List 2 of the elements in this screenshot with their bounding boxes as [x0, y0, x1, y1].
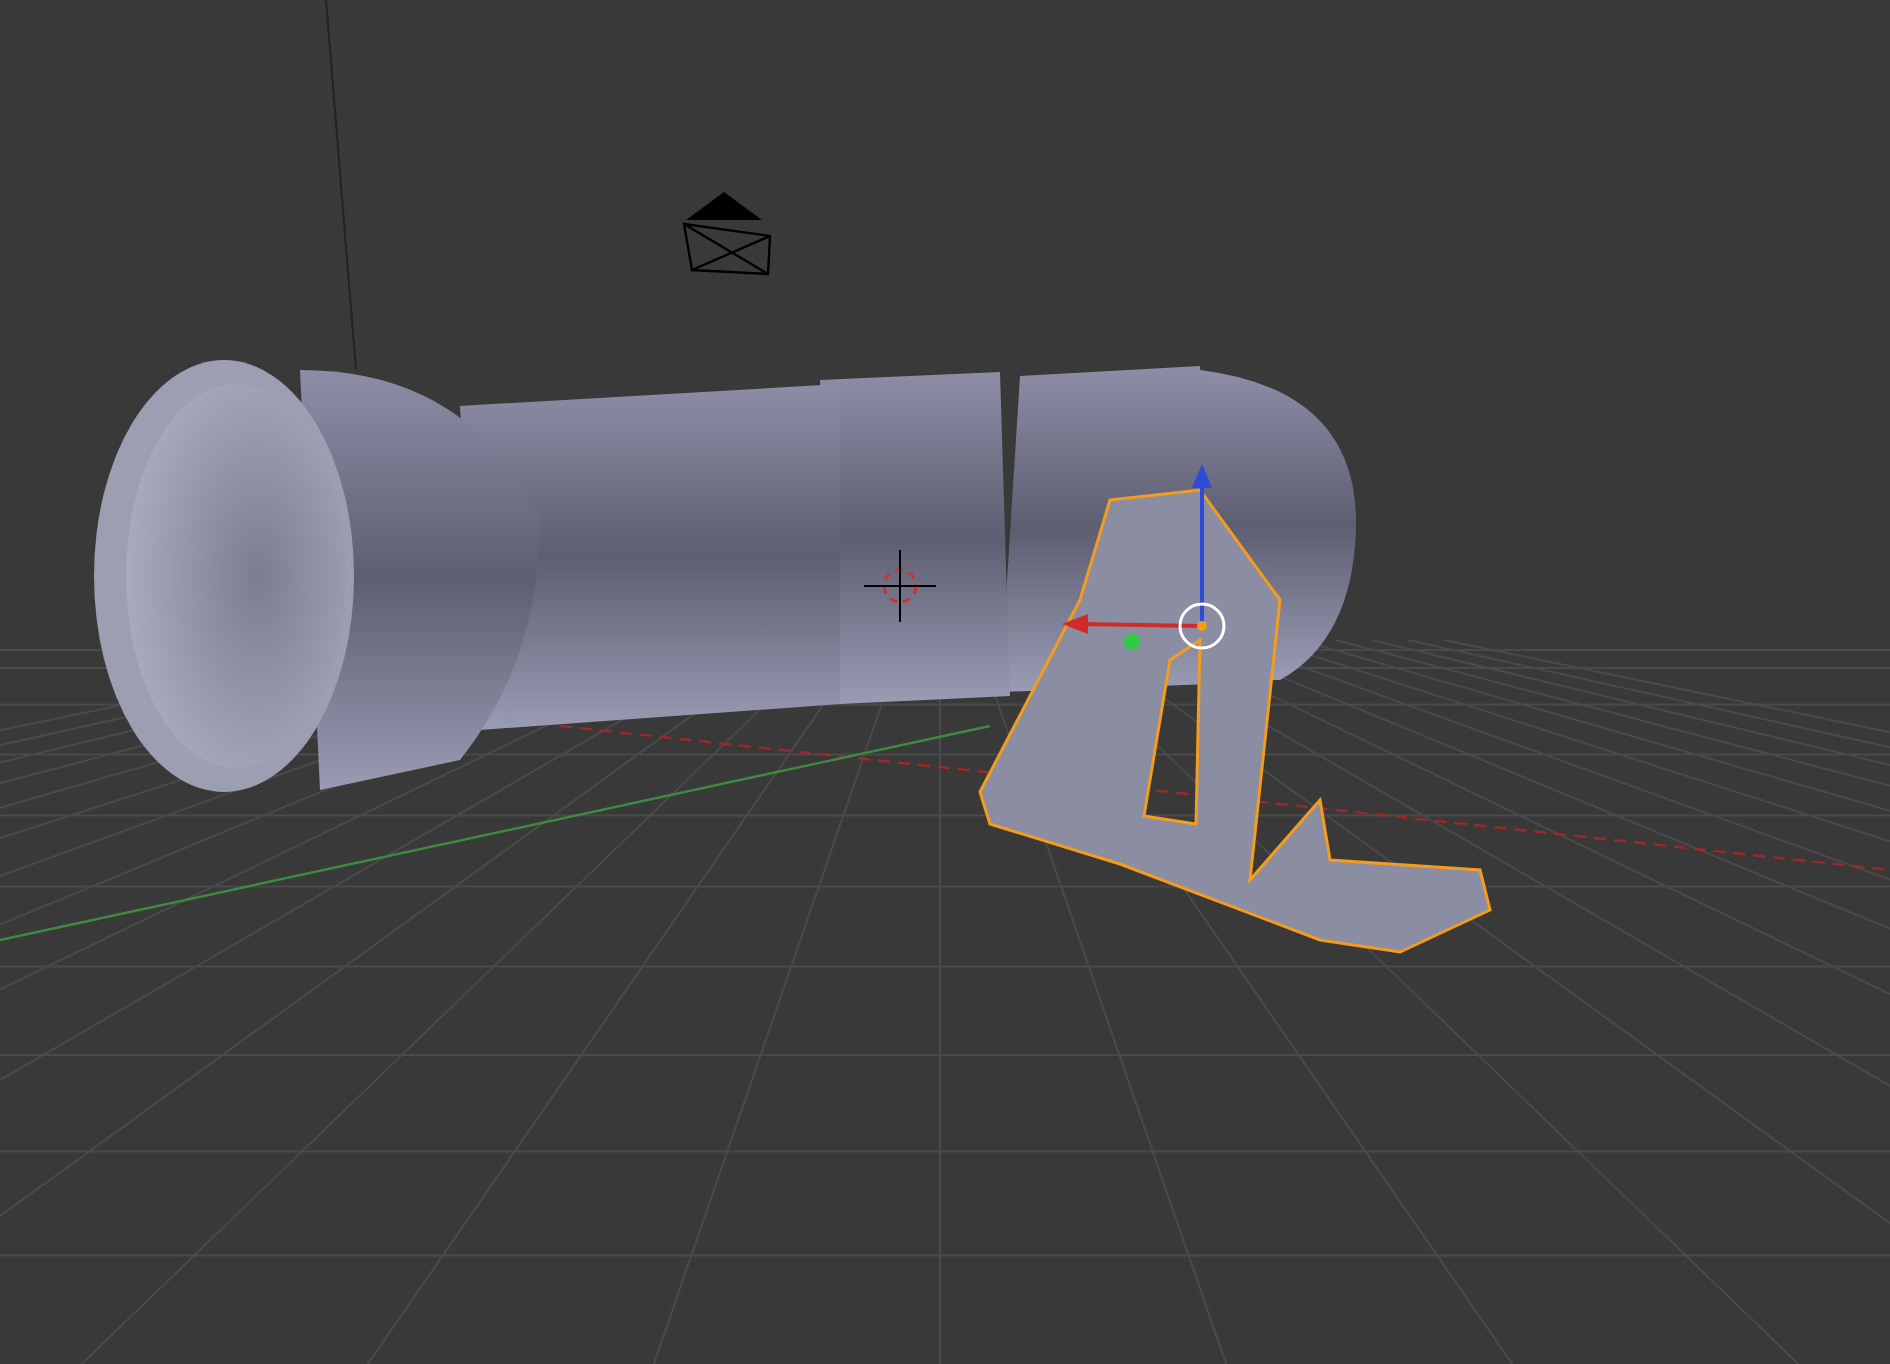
transform-gizmo[interactable] — [1062, 464, 1226, 650]
cursor-icon — [863, 549, 937, 623]
